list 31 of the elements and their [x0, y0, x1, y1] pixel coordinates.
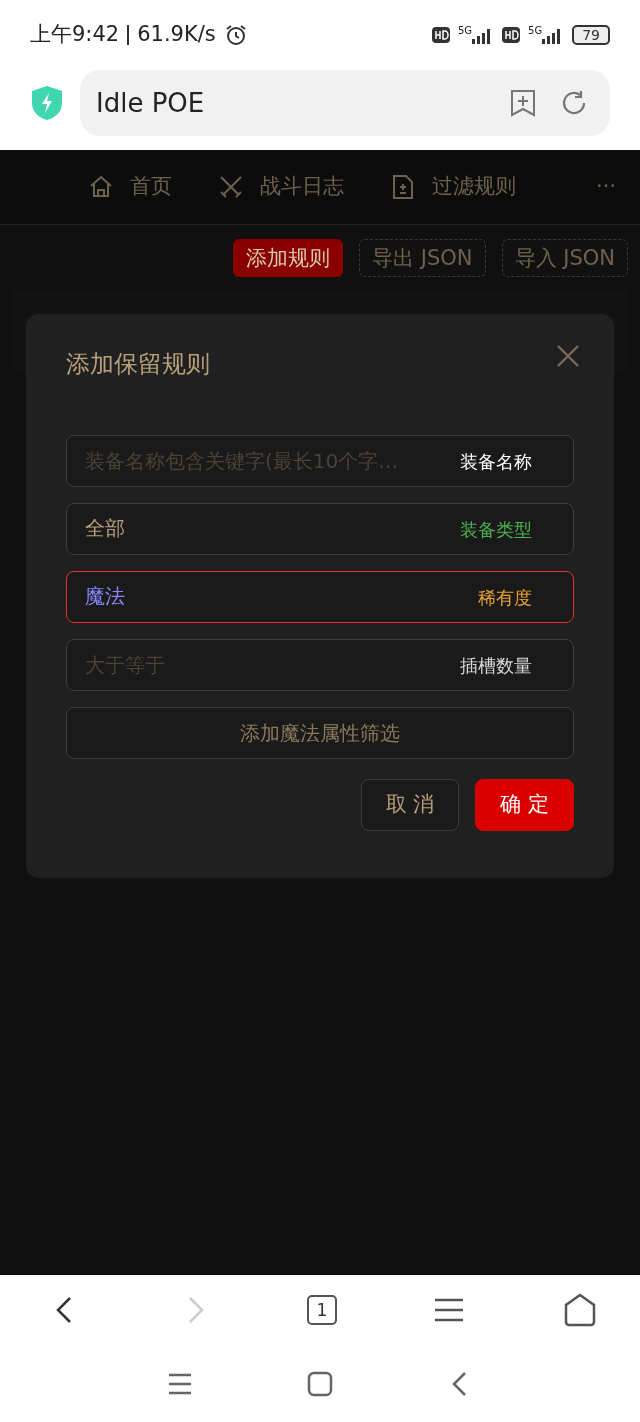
more-button[interactable]: ··· — [595, 171, 616, 203]
hd-icon — [431, 27, 450, 43]
page-title: Idle POE — [96, 86, 206, 120]
field-label: 装备名称 — [460, 449, 532, 474]
nav-item[interactable]: 过滤规则 — [390, 171, 516, 203]
hd-icon — [502, 27, 521, 43]
confirm-button[interactable]: 确 定 — [475, 778, 574, 831]
add-rule-button[interactable]: 添加规则 — [233, 239, 344, 277]
clock-time: 上午9:42 — [30, 21, 120, 49]
field-label: 插槽数量 — [460, 653, 532, 678]
dialog-title: 添加保留规则 — [66, 350, 210, 379]
field-label: 装备类型 — [460, 517, 532, 542]
address-bar[interactable]: Idle POE — [80, 70, 610, 136]
field-label: 稀有度 — [478, 585, 532, 610]
shield-icon — [30, 85, 64, 121]
tabs-button[interactable]: 1 — [307, 1295, 337, 1325]
nav-item[interactable]: 首页 — [88, 171, 172, 203]
document-icon — [390, 174, 416, 200]
battery-level: 79 — [572, 25, 610, 45]
nav-item[interactable]: 战斗日志 — [218, 171, 344, 203]
add-filter-button[interactable]: 添加魔法属性筛选 — [66, 706, 574, 759]
network-type: 5G — [528, 26, 543, 36]
crossed-swords-icon — [218, 174, 244, 200]
refresh-icon[interactable] — [560, 89, 588, 117]
network-speed: 61.9K/s — [137, 21, 216, 49]
json-button[interactable]: 导入 JSON — [501, 239, 628, 277]
network-type: 5G — [457, 26, 473, 36]
home-icon — [88, 174, 114, 200]
json-button[interactable]: 导出 JSON — [359, 239, 486, 277]
cancel-button[interactable]: 取 消 — [360, 778, 460, 831]
bookmark-add-icon[interactable] — [510, 89, 536, 117]
